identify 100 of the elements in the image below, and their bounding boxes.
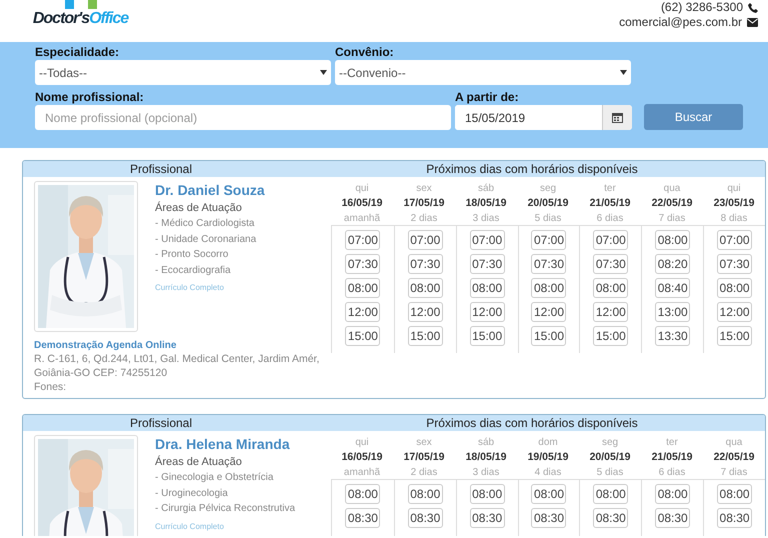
time-slot[interactable]: 12:00 (531, 302, 566, 322)
day-date: 16/05/19 (342, 196, 382, 211)
time-slot[interactable]: 08:00 (531, 484, 566, 504)
time-slot[interactable]: 08:00 (717, 278, 752, 298)
area-item: - Unidade Coronariana (155, 232, 258, 246)
day-date: 16/05/19 (342, 450, 382, 465)
days-away: 8 dias (720, 212, 748, 226)
weekday: seg (602, 436, 618, 450)
time-slot[interactable]: 07:00 (345, 230, 380, 250)
time-slot[interactable]: 12:00 (470, 302, 505, 322)
weekday: qui (355, 436, 369, 450)
column-heading: Profissional (128, 161, 194, 177)
time-slot[interactable]: 08:30 (531, 508, 566, 528)
mail-icon (747, 18, 758, 27)
column-heading: Profissional (128, 415, 194, 431)
weekday: sáb (478, 182, 494, 196)
doctor-name: Dra. Helena Miranda (155, 435, 291, 453)
weekday: seg (540, 182, 556, 196)
time-slot[interactable]: 08:00 (655, 230, 690, 250)
time-slot[interactable]: 08:00 (408, 484, 443, 504)
column-heading: Próximos dias com horários disponíveis (425, 161, 639, 177)
time-slot[interactable]: 08:40 (655, 278, 690, 298)
time-slot[interactable]: 07:30 (717, 254, 752, 274)
field-label: Nome profissional: (35, 90, 145, 104)
days-away: 2 dias (410, 466, 438, 480)
area-item: - Pronto Socorro (155, 248, 230, 262)
time-slot[interactable]: 08:30 (655, 508, 690, 528)
time-slot[interactable]: 08:30 (345, 508, 380, 528)
time-slot[interactable]: 08:00 (408, 278, 443, 298)
time-slot[interactable]: 08:30 (470, 508, 505, 528)
area-item: - Cirurgia Pélvica Reconstrutiva (155, 502, 296, 516)
time-slot[interactable]: 12:00 (593, 302, 628, 322)
day-date: 19/05/19 (528, 450, 568, 465)
time-slot[interactable]: 07:00 (717, 230, 752, 250)
time-slot[interactable]: 07:30 (470, 254, 505, 274)
time-slot[interactable]: 15:00 (717, 326, 752, 346)
days-away: 5 dias (596, 466, 624, 480)
days-away: 3 dias (472, 212, 500, 226)
specialty-select[interactable]: --Todas-- (35, 60, 331, 85)
time-slot[interactable]: 08:00 (470, 278, 505, 298)
time-slot[interactable]: 13:30 (655, 326, 690, 346)
time-slot[interactable]: 08:00 (593, 278, 628, 298)
name-input[interactable]: Nome profissional (opcional) (35, 105, 451, 130)
time-slot[interactable]: 15:00 (470, 326, 505, 346)
days-away: 6 dias (658, 466, 686, 480)
area-item: - Ginecologia e Obstetrícia (155, 471, 274, 485)
time-slot[interactable]: 07:30 (593, 254, 628, 274)
time-slot[interactable]: 08:20 (655, 254, 690, 274)
time-slot[interactable]: 07:00 (408, 230, 443, 250)
time-slot[interactable]: 07:00 (470, 230, 505, 250)
time-slot[interactable]: 08:00 (593, 484, 628, 504)
time-slot[interactable]: 15:00 (408, 326, 443, 346)
days-away: 5 dias (534, 212, 562, 226)
time-slot[interactable]: 13:00 (655, 302, 690, 322)
weekday: qua (664, 182, 680, 196)
time-slot[interactable]: 07:00 (593, 230, 628, 250)
doctor-name: Dr. Daniel Souza (155, 181, 265, 199)
weekday: dom (538, 436, 558, 450)
time-slot[interactable]: 12:00 (408, 302, 443, 322)
time-slot[interactable]: 07:30 (408, 254, 443, 274)
field-label: Especialidade: (35, 45, 120, 59)
time-slot[interactable]: 08:00 (345, 484, 380, 504)
time-slot[interactable]: 08:30 (408, 508, 443, 528)
area-item: - Ecocardiografia (155, 264, 232, 278)
date-field[interactable]: 15/05/2019 (455, 105, 632, 130)
phones-label: Fones: (34, 380, 68, 394)
days-away: 3 dias (472, 466, 500, 480)
days-away: 6 dias (596, 212, 624, 226)
time-slot[interactable]: 08:00 (655, 484, 690, 504)
time-slot[interactable]: 12:00 (345, 302, 380, 322)
time-slot[interactable]: 08:00 (470, 484, 505, 504)
day-date: 21/05/19 (590, 196, 630, 211)
time-slot[interactable]: 15:00 (345, 326, 380, 346)
day-date: 18/05/19 (466, 196, 506, 211)
day-date: 18/05/19 (466, 450, 506, 465)
weekday: ter (666, 436, 678, 450)
day-date: 17/05/19 (404, 450, 444, 465)
areas-title: Áreas de Atuação (155, 201, 243, 216)
time-slot[interactable]: 08:00 (531, 278, 566, 298)
clinic-link[interactable]: Demonstração Agenda Online (34, 339, 331, 352)
days-away: 4 dias (534, 466, 562, 480)
time-slot[interactable]: 08:30 (593, 508, 628, 528)
email-address: comercial@pes.com.br (619, 15, 742, 30)
time-slot[interactable]: 07:30 (531, 254, 566, 274)
time-slot[interactable]: 08:30 (717, 508, 752, 528)
areas-title: Áreas de Atuação (155, 455, 243, 470)
insurance-select[interactable]: --Convenio-- (335, 60, 631, 85)
days-away: amanhã (344, 466, 380, 480)
weekday: qua (726, 436, 742, 450)
time-slot[interactable]: 08:00 (345, 278, 380, 298)
time-slot[interactable]: 08:00 (717, 484, 752, 504)
time-slot[interactable]: 15:00 (531, 326, 566, 346)
time-slot[interactable]: 12:00 (717, 302, 752, 322)
time-slot[interactable]: 15:00 (593, 326, 628, 346)
clinic-address: R. C-161, 6, Qd.244, Lt01, Gal. Medical Center, Jardim Amér, Goiânia-GO CEP: 74255120 (34, 352, 320, 380)
area-item: - Uroginecologia (155, 486, 229, 500)
time-slot[interactable]: 07:00 (531, 230, 566, 250)
phone-icon (748, 2, 758, 12)
calendar-icon[interactable] (602, 105, 632, 130)
time-slot[interactable]: 07:30 (345, 254, 380, 274)
